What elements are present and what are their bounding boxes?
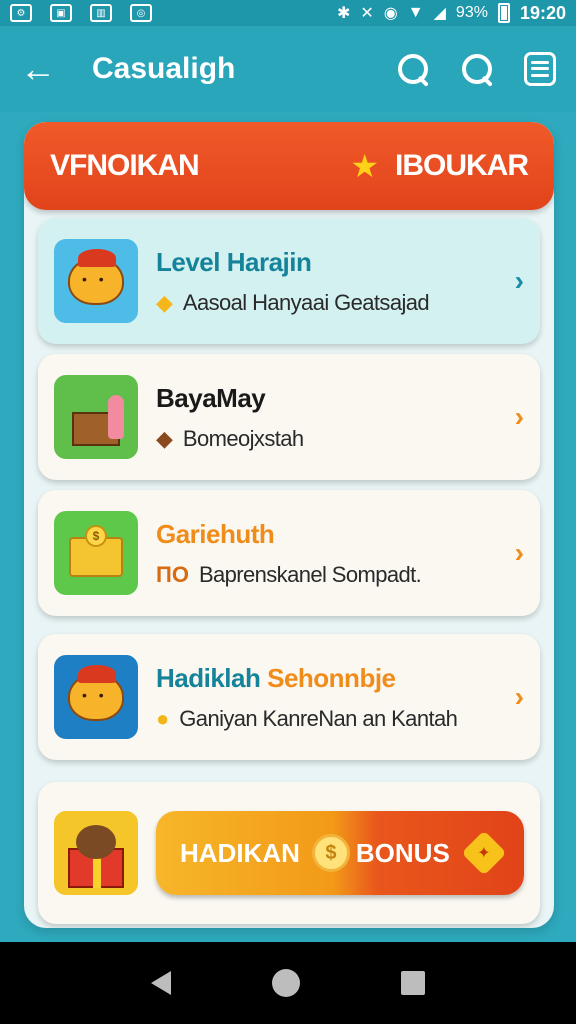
bear-icon bbox=[76, 825, 116, 859]
card-sub-badge: ПО bbox=[156, 561, 189, 587]
bonus-button[interactable]: HADIKAN $ BONUS ✦ bbox=[156, 811, 524, 895]
card-title: BayaMay bbox=[156, 382, 266, 413]
battery-percent: 93% bbox=[455, 4, 488, 21]
system-nav-bar bbox=[0, 942, 576, 1024]
main-panel: VFNOIKAN ★ IBOUKAR Level Harajin ◆ Aasoa… bbox=[24, 122, 554, 928]
chevron-right-icon: › bbox=[514, 681, 524, 712]
bag-icon: ◆ bbox=[156, 425, 173, 451]
coin-icon: ◆ bbox=[156, 289, 173, 315]
card-title: Hadiklah Sehonnbje bbox=[156, 663, 509, 694]
chevron-right-icon: › bbox=[514, 265, 524, 296]
bonus-left-label: HADIKAN bbox=[180, 837, 300, 868]
status-bar: ⚙ ▣ ▥ ◎ ✱ ✕ ◉ ▼ ◢ 93% 19:20 bbox=[0, 0, 576, 26]
alarm-icon: ◉ bbox=[383, 5, 398, 22]
menu-icon[interactable] bbox=[524, 52, 556, 86]
hadiklah-thumbnail bbox=[54, 655, 138, 739]
list-item-level[interactable]: Level Harajin ◆ Aasoal Hanyaai Geatsajad… bbox=[38, 218, 540, 344]
card-subtitle: Bomeojxstah bbox=[182, 425, 304, 451]
chevron-right-icon: › bbox=[514, 401, 524, 432]
app-bar-actions bbox=[396, 52, 556, 86]
card-subtitle: Baprenskanel Sompadt. bbox=[198, 561, 422, 587]
chart-notification-icon: ▥ bbox=[90, 4, 112, 22]
sparkle-icon: ✦ bbox=[461, 830, 507, 876]
app-bar: ← Casualigh bbox=[0, 26, 576, 112]
card-text: Hadiklah Sehonnbje ● Ganiyan KanreNan an… bbox=[156, 663, 509, 732]
card-subtitle-row: ПО Baprenskanel Sompadt. bbox=[156, 562, 509, 588]
bluetooth-icon: ✱ bbox=[336, 5, 351, 22]
card-subtitle-row: ◆ Aasoal Hanyaai Geatsajad bbox=[156, 290, 509, 316]
chevron-right-icon: › bbox=[514, 537, 524, 568]
list-item-bayamay[interactable]: BayaMay ◆ Bomeojxstah › bbox=[38, 354, 540, 480]
search-icon-secondary[interactable] bbox=[460, 52, 494, 86]
card-subtitle: Ganiyan KanreNan an Kantah bbox=[179, 705, 458, 731]
treasure-box-icon: $ bbox=[69, 525, 123, 577]
banner-left-label: VFNOIKAN bbox=[50, 149, 200, 182]
header-banner[interactable]: VFNOIKAN ★ IBOUKAR bbox=[24, 122, 554, 210]
clock: 19:20 bbox=[519, 2, 566, 23]
nav-back-icon[interactable] bbox=[150, 971, 171, 995]
coin-icon: $ bbox=[85, 525, 107, 547]
bonus-right-label: BONUS bbox=[355, 837, 450, 868]
battery-icon bbox=[497, 3, 510, 23]
arrow-left-icon[interactable]: ← bbox=[20, 51, 72, 87]
lightbulb-icon: ● bbox=[156, 705, 170, 731]
gariehuth-thumbnail: $ bbox=[54, 511, 138, 595]
banner-right-label: IBOUKAR bbox=[395, 149, 529, 182]
card-text: BayaMay ◆ Bomeojxstah bbox=[156, 383, 509, 452]
card-text: Level Harajin ◆ Aasoal Hanyaai Geatsajad bbox=[156, 247, 509, 316]
card-title: Gariehuth bbox=[156, 518, 275, 549]
creature-icon bbox=[68, 249, 124, 305]
card-title-part-b: Sehonnbje bbox=[267, 662, 396, 693]
status-system-icons: ✱ ✕ ◉ ▼ ◢ 93% 19:20 bbox=[337, 3, 566, 24]
card-subtitle: Aasoal Hanyaai Geatsajad bbox=[182, 289, 430, 315]
gift-thumbnail bbox=[54, 811, 138, 895]
banner-right-group: ★ IBOUKAR bbox=[350, 148, 529, 184]
coin-icon: $ bbox=[311, 834, 350, 872]
card-text: Gariehuth ПО Baprenskanel Sompadt. bbox=[156, 519, 509, 588]
wifi-icon: ▼ bbox=[407, 4, 424, 21]
status-notification-icons: ⚙ ▣ ▥ ◎ bbox=[10, 4, 152, 22]
bayamay-thumbnail bbox=[54, 375, 138, 459]
level-thumbnail bbox=[54, 239, 138, 323]
character-icon bbox=[108, 395, 124, 439]
bonus-card: HADIKAN $ BONUS ✦ bbox=[38, 782, 540, 924]
creature-icon bbox=[68, 665, 124, 721]
app-notification-icon: ◎ bbox=[130, 4, 152, 22]
nav-recents-icon[interactable] bbox=[401, 971, 426, 995]
page-title: Casualigh bbox=[92, 52, 236, 85]
card-subtitle-row: ● Ganiyan KanreNan an Kantah bbox=[156, 706, 509, 732]
image-notification-icon: ▣ bbox=[50, 4, 72, 22]
nav-home-icon[interactable] bbox=[271, 969, 300, 997]
cell-signal-icon: ◢ bbox=[433, 5, 446, 22]
no-signal-icon: ✕ bbox=[360, 5, 374, 22]
search-icon[interactable] bbox=[396, 52, 430, 86]
card-subtitle-row: ◆ Bomeojxstah bbox=[156, 426, 509, 452]
star-icon: ★ bbox=[350, 148, 379, 184]
card-title-part-a: Hadiklah bbox=[156, 662, 261, 693]
list-item-hadiklah[interactable]: Hadiklah Sehonnbje ● Ganiyan KanreNan an… bbox=[38, 634, 540, 760]
settings-notification-icon: ⚙ bbox=[10, 4, 32, 22]
card-title: Level Harajin bbox=[156, 246, 312, 277]
list-item-gariehuth[interactable]: $ Gariehuth ПО Baprenskanel Sompadt. › bbox=[38, 490, 540, 616]
